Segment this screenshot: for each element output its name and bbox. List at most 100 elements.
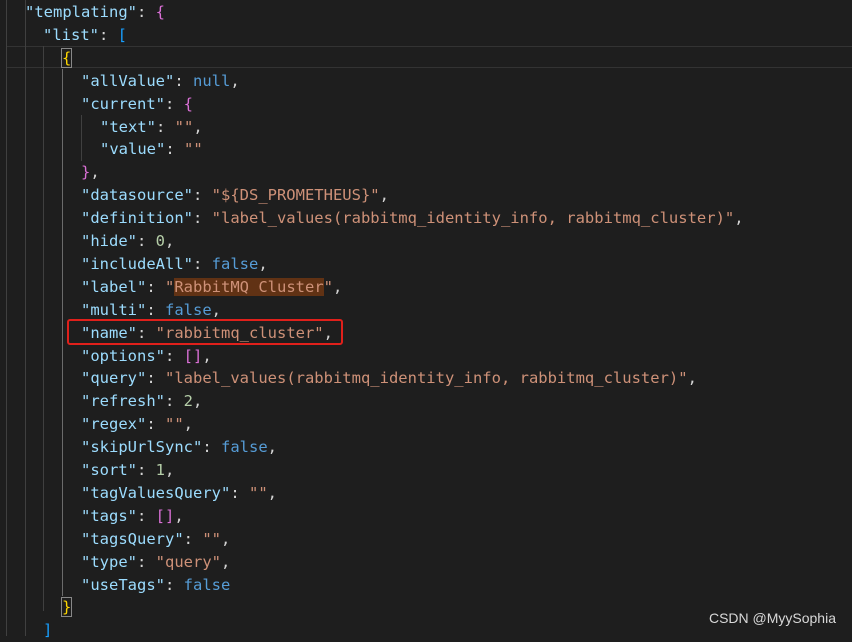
indent-guide: [6, 0, 7, 636]
code-token: ,: [258, 254, 268, 273]
watermark: CSDN @MyySophia: [708, 610, 836, 626]
code-token: {: [183, 94, 194, 113]
code-line-value[interactable]: "value": "": [100, 138, 203, 161]
code-line-tagsQuery[interactable]: "tagsQuery": "",: [81, 528, 230, 551]
code-token: ,: [267, 483, 277, 502]
code-line-obj-close[interactable]: }: [60, 596, 73, 619]
code-token: ,: [687, 369, 697, 388]
code-token: :: [146, 277, 165, 296]
code-token: "": [184, 140, 203, 159]
code-token: ,: [379, 186, 389, 205]
code-token: ,: [165, 461, 175, 479]
code-line-list-close[interactable]: ]: [43, 619, 52, 642]
code-token: :: [165, 94, 184, 113]
code-line-useTags[interactable]: "useTags": false: [81, 574, 230, 597]
indent-guide: [81, 115, 82, 161]
code-line-datasource[interactable]: "datasource": "${DS_PROMETHEUS}",: [81, 184, 389, 207]
code-line-tagValuesQuery[interactable]: "tagValuesQuery": "",: [81, 482, 277, 505]
code-token: "": [174, 117, 194, 136]
code-token: :: [192, 254, 212, 273]
code-token: 0: [155, 232, 166, 250]
code-token: "refresh": [81, 392, 165, 411]
code-token: ,: [165, 232, 175, 250]
code-token: ,: [221, 552, 231, 571]
code-token: {: [60, 47, 73, 68]
code-token: ,: [211, 300, 222, 319]
code-token: "skipUrlSync": [81, 438, 203, 457]
code-token: null: [193, 71, 231, 90]
code-line-allValue[interactable]: "allValue": null,: [81, 70, 240, 93]
code-token: "tags": [81, 506, 137, 525]
code-line-current[interactable]: "current": {: [81, 93, 193, 116]
code-line-options[interactable]: "options": [],: [81, 345, 212, 368]
code-token: ,: [90, 163, 100, 182]
code-token: ,: [734, 209, 744, 228]
code-token: "query": [155, 552, 221, 571]
code-token: :: [137, 461, 156, 479]
code-token: "tagValuesQuery": [81, 483, 231, 502]
code-token: 2: [183, 392, 194, 411]
code-token: :: [146, 415, 165, 434]
code-line-sort[interactable]: "sort": 1,: [81, 459, 174, 482]
code-line-regex[interactable]: "regex": "",: [81, 413, 193, 436]
code-token: ,: [230, 71, 240, 90]
code-token: "value": [100, 140, 166, 159]
code-token: ,: [193, 117, 203, 136]
code-line-definition[interactable]: "definition": "label_values(rabbitmq_ide…: [81, 207, 744, 230]
code-token: "hide": [81, 232, 137, 250]
code-line-hide[interactable]: "hide": 0,: [81, 230, 174, 253]
code-line-skipUrlSync[interactable]: "skipUrlSync": false,: [81, 436, 277, 459]
current-line-highlight: [6, 46, 852, 68]
code-line-templating[interactable]: "templating": {: [25, 1, 165, 24]
code-token: ": [323, 277, 333, 296]
code-line-label[interactable]: "label": "RabbitMQ Cluster",: [81, 276, 342, 299]
code-token: "allValue": [81, 71, 175, 90]
code-token: ,: [174, 506, 184, 525]
code-token: }: [60, 597, 73, 618]
code-line-type[interactable]: "type": "query",: [81, 551, 230, 574]
code-line-list[interactable]: "list": [: [43, 24, 127, 47]
code-token: "tagsQuery": [81, 529, 184, 548]
code-line-tags[interactable]: "tags": [],: [81, 505, 184, 528]
code-token: :: [137, 552, 156, 571]
code-token: "type": [81, 552, 137, 571]
code-line-includeAll[interactable]: "includeAll": false,: [81, 253, 268, 276]
code-token: ,: [202, 346, 212, 365]
code-token: ,: [267, 438, 278, 457]
indent-guide: [25, 0, 26, 636]
code-token: ,: [193, 392, 203, 411]
code-line-text[interactable]: "text": "",: [100, 116, 203, 139]
code-token: :: [230, 483, 249, 502]
code-token: :: [156, 117, 175, 136]
code-token: "label_values(rabbitmq_identity_info, ra…: [211, 209, 735, 228]
code-token: :: [202, 438, 221, 457]
code-token: 1: [155, 461, 166, 479]
code-token: "": [248, 483, 268, 502]
code-token: []: [155, 506, 175, 525]
code-token: }: [81, 163, 91, 182]
code-line-refresh[interactable]: "refresh": 2,: [81, 390, 202, 413]
code-token: :: [192, 186, 212, 205]
code-token: {: [155, 3, 165, 21]
code-token: false: [211, 254, 259, 273]
code-token: []: [183, 346, 203, 365]
code-token: :: [99, 25, 118, 44]
active-indent-guide: [62, 69, 63, 596]
code-token: false: [221, 438, 268, 457]
code-token: "regex": [81, 415, 147, 434]
code-token: ,: [221, 529, 231, 548]
code-token: "useTags": [81, 575, 165, 594]
code-token: "sort": [81, 461, 137, 479]
code-token: :: [192, 209, 212, 228]
code-line-obj-open[interactable]: {: [60, 47, 73, 70]
code-token: "label": [81, 277, 147, 296]
code-token: ": [165, 277, 175, 296]
code-token: :: [183, 529, 203, 548]
code-token: :: [136, 3, 156, 21]
code-line-current-close[interactable]: },: [81, 161, 100, 184]
code-token: [: [117, 25, 128, 44]
code-token: "templating": [25, 3, 137, 21]
code-token: "list": [43, 25, 99, 44]
code-line-query[interactable]: "query": "label_values(rabbitmq_identity…: [81, 367, 697, 390]
code-token: "label_values(rabbitmq_identity_info, ra…: [165, 369, 688, 388]
